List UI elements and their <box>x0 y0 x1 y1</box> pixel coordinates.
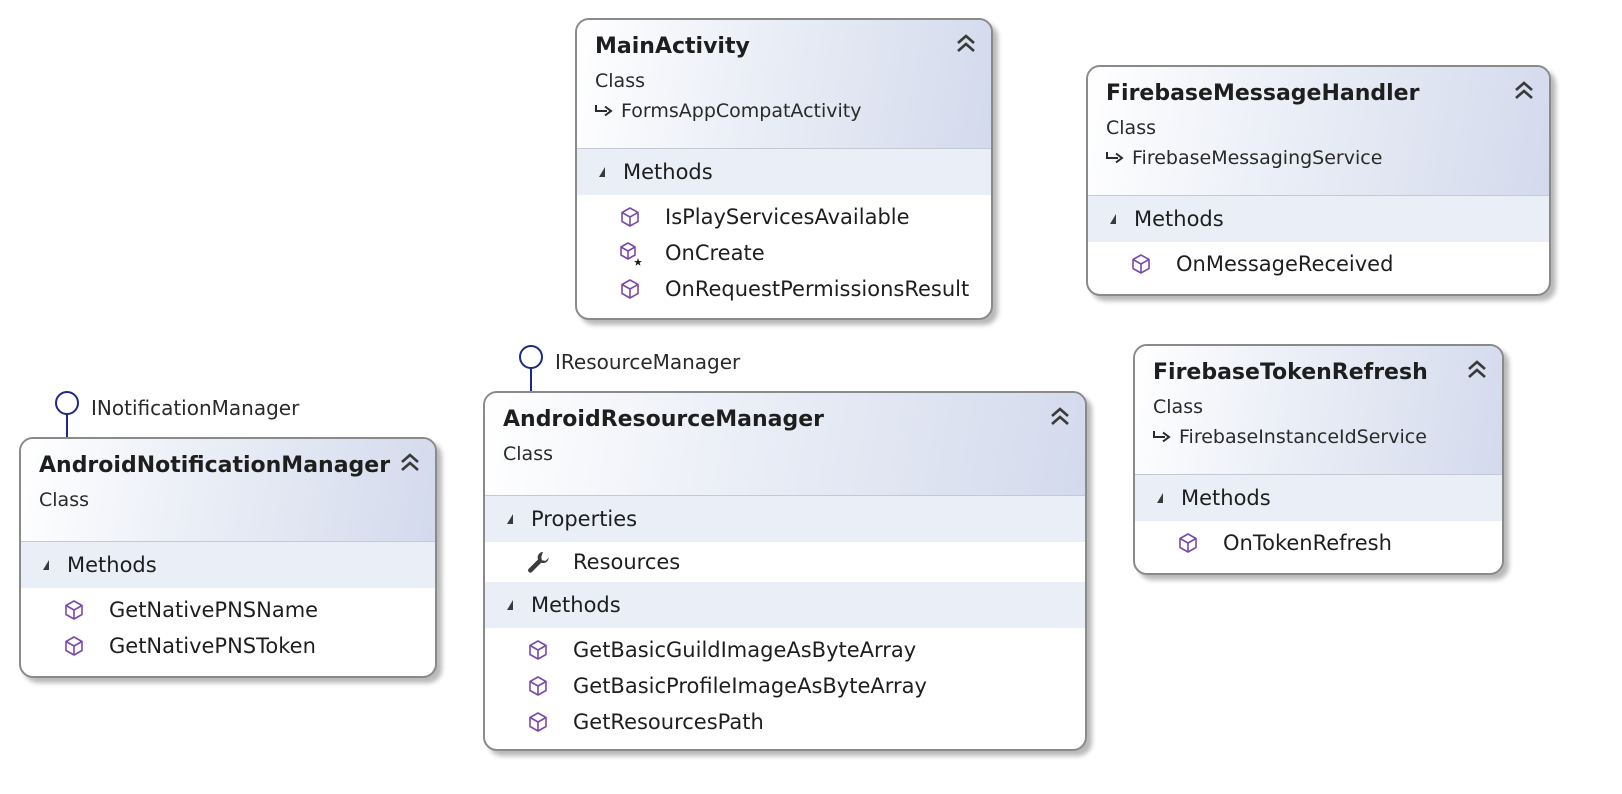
member-list: Resources <box>485 542 1085 582</box>
double-chevron-up-icon[interactable] <box>955 32 977 54</box>
expand-triangle-icon[interactable] <box>1157 493 1163 503</box>
section-header-properties[interactable]: Properties <box>485 496 1085 542</box>
member-name: GetNativePNSName <box>109 598 319 622</box>
member-list: IsPlayServicesAvailable OnCreate OnReque… <box>577 195 991 313</box>
member-list: OnTokenRefresh <box>1135 521 1502 567</box>
member-item[interactable]: Resources <box>485 544 1085 580</box>
member-item[interactable]: OnMessageReceived <box>1088 246 1549 282</box>
method-cube-icon <box>525 637 551 663</box>
double-chevron-up-icon[interactable] <box>1466 358 1488 380</box>
class-header: FirebaseMessageHandler Class FirebaseMes… <box>1088 67 1549 196</box>
member-name: OnRequestPermissionsResult <box>665 277 970 301</box>
expand-triangle-icon[interactable] <box>507 600 513 610</box>
member-item[interactable]: IsPlayServicesAvailable <box>577 199 991 235</box>
member-name: GetBasicGuildImageAsByteArray <box>573 638 917 662</box>
base-class-name: FormsAppCompatActivity <box>621 100 862 122</box>
method-cube-icon <box>525 673 551 699</box>
section-title: Properties <box>531 507 638 531</box>
double-chevron-up-icon[interactable] <box>399 451 421 473</box>
class-header: AndroidResourceManager Class <box>485 393 1085 496</box>
section-title: Methods <box>1134 207 1224 231</box>
member-item[interactable]: GetBasicGuildImageAsByteArray <box>485 632 1085 668</box>
method-cube-icon <box>61 633 87 659</box>
section-title: Methods <box>1181 486 1271 510</box>
expand-triangle-icon[interactable] <box>507 514 513 524</box>
inheritance-arrow-icon <box>1153 430 1171 444</box>
class-box-main-activity[interactable]: MainActivity Class FormsAppCompatActivit… <box>575 18 993 320</box>
interface-label: IResourceManager <box>555 350 741 374</box>
class-kind: Class <box>503 443 553 465</box>
section-title: Methods <box>67 553 157 577</box>
class-box-android-resource-manager[interactable]: AndroidResourceManager Class Properties … <box>483 391 1087 751</box>
class-header: AndroidNotificationManager Class <box>21 439 435 542</box>
class-name: AndroidNotificationManager <box>39 453 391 478</box>
base-class: FirebaseMessagingService <box>1106 147 1382 169</box>
member-name: GetBasicProfileImageAsByteArray <box>573 674 927 698</box>
member-name: OnMessageReceived <box>1176 252 1394 276</box>
member-list: GetNativePNSName GetNativePNSToken <box>21 588 435 670</box>
member-name: GetResourcesPath <box>573 710 764 734</box>
section-header-methods[interactable]: Methods <box>21 542 435 588</box>
class-name: FirebaseMessageHandler <box>1106 81 1420 106</box>
section-header-methods[interactable]: Methods <box>1135 475 1502 521</box>
section-header-methods[interactable]: Methods <box>485 582 1085 628</box>
expand-triangle-icon[interactable] <box>1110 214 1116 224</box>
section-title: Methods <box>623 160 713 184</box>
section-header-methods[interactable]: Methods <box>1088 196 1549 242</box>
base-class: FormsAppCompatActivity <box>595 100 862 122</box>
wrench-icon <box>525 549 551 575</box>
member-name: GetNativePNSToken <box>109 634 316 658</box>
method-cube-icon <box>617 276 643 302</box>
class-kind: Class <box>1106 117 1156 139</box>
inheritance-arrow-icon <box>1106 151 1124 165</box>
class-kind: Class <box>595 70 645 92</box>
member-item[interactable]: OnCreate <box>577 235 991 271</box>
method-cube-icon <box>61 597 87 623</box>
member-item[interactable]: OnRequestPermissionsResult <box>577 271 991 307</box>
base-class: FirebaseInstanceIdService <box>1153 426 1427 448</box>
class-box-firebase-message-handler[interactable]: FirebaseMessageHandler Class FirebaseMes… <box>1086 65 1551 296</box>
class-box-android-notification-manager[interactable]: AndroidNotificationManager Class Methods… <box>19 437 437 678</box>
class-header: MainActivity Class FormsAppCompatActivit… <box>577 20 991 149</box>
member-item[interactable]: GetResourcesPath <box>485 704 1085 740</box>
method-cube-icon <box>1128 251 1154 277</box>
base-class-name: FirebaseInstanceIdService <box>1179 426 1427 448</box>
class-name: AndroidResourceManager <box>503 407 824 432</box>
double-chevron-up-icon[interactable] <box>1513 79 1535 101</box>
interface-lollipop-icon <box>519 345 543 392</box>
member-name: OnTokenRefresh <box>1223 531 1392 555</box>
class-kind: Class <box>39 489 89 511</box>
class-name: FirebaseTokenRefresh <box>1153 360 1428 385</box>
class-box-firebase-token-refresh[interactable]: FirebaseTokenRefresh Class FirebaseInsta… <box>1133 344 1504 575</box>
member-item[interactable]: OnTokenRefresh <box>1135 525 1502 561</box>
class-header: FirebaseTokenRefresh Class FirebaseInsta… <box>1135 346 1502 475</box>
member-list: OnMessageReceived <box>1088 242 1549 288</box>
inheritance-arrow-icon <box>595 104 613 118</box>
method-cube-icon <box>1175 530 1201 556</box>
member-item[interactable]: GetNativePNSName <box>21 592 435 628</box>
member-name: IsPlayServicesAvailable <box>665 205 910 229</box>
member-name: OnCreate <box>665 241 765 265</box>
interface-lollipop-icon <box>55 391 79 440</box>
member-list: GetBasicGuildImageAsByteArray GetBasicPr… <box>485 628 1085 746</box>
interface-label: INotificationManager <box>91 396 300 420</box>
expand-triangle-icon[interactable] <box>43 560 49 570</box>
method-cube-icon <box>525 709 551 735</box>
member-name: Resources <box>573 550 681 574</box>
double-chevron-up-icon[interactable] <box>1049 405 1071 427</box>
section-header-methods[interactable]: Methods <box>577 149 991 195</box>
base-class-name: FirebaseMessagingService <box>1132 147 1383 169</box>
member-item[interactable]: GetBasicProfileImageAsByteArray <box>485 668 1085 704</box>
override-method-icon <box>617 240 643 266</box>
section-title: Methods <box>531 593 621 617</box>
expand-triangle-icon[interactable] <box>599 167 605 177</box>
class-kind: Class <box>1153 396 1203 418</box>
member-item[interactable]: GetNativePNSToken <box>21 628 435 664</box>
class-name: MainActivity <box>595 34 750 59</box>
method-cube-icon <box>617 204 643 230</box>
